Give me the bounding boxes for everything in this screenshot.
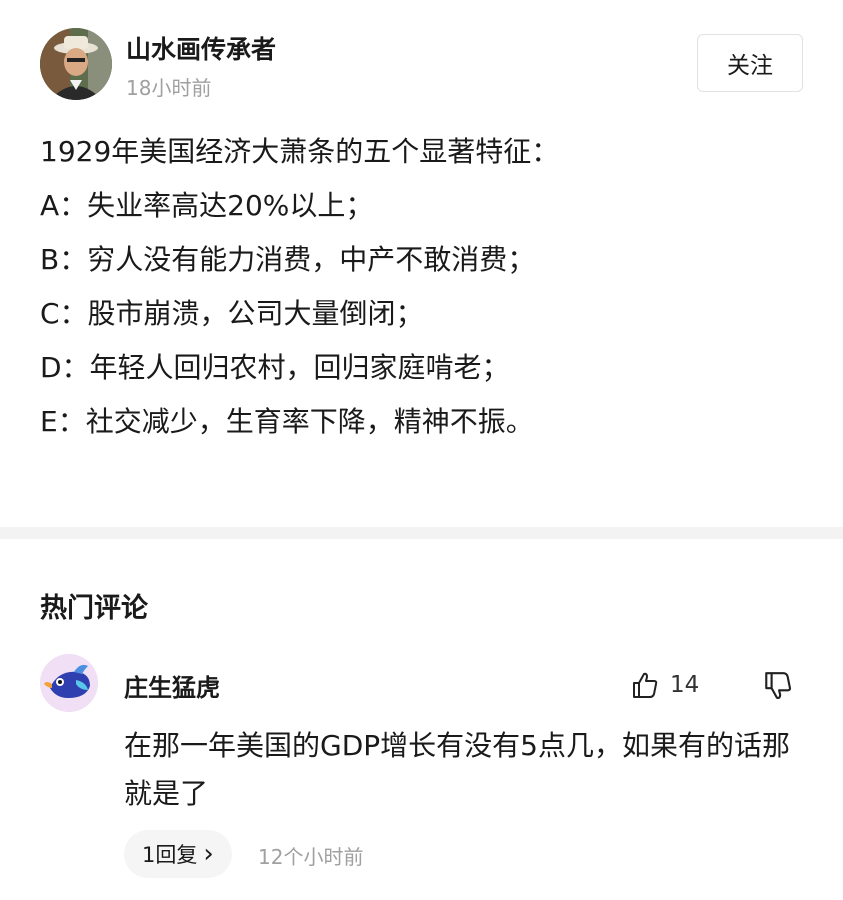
commenter-name[interactable]: 庄生猛虎 <box>124 668 220 703</box>
post-header: 山水画传承者 18小时前 关注 <box>40 24 803 104</box>
thumbs-down-icon <box>765 672 792 699</box>
post-body: 1929年美国经济大萧条的五个显著特征： A：失业率高达20%以上； B：穷人没… <box>40 125 820 449</box>
hot-comments-title: 热门评论 <box>40 593 148 624</box>
post-line: C：股市崩溃，公司大量倒闭； <box>40 297 424 330</box>
like-button[interactable]: 14 <box>630 668 699 702</box>
commenter-avatar[interactable] <box>40 654 98 712</box>
thumbs-up-icon <box>633 672 658 698</box>
reply-count-label: 1回复 <box>142 843 198 867</box>
post-line: D：年轻人回归农村，回归家庭啃老； <box>40 351 510 384</box>
post-line: A：失业率高达20%以上； <box>40 189 374 222</box>
dislike-button[interactable] <box>762 670 794 702</box>
follow-button[interactable]: 关注 <box>697 34 803 92</box>
comment-text: 在那一年美国的GDP增长有没有5点几，如果有的话那就是了 <box>124 729 790 810</box>
post-line: E：社交减少，生育率下降，精神不振。 <box>40 405 534 438</box>
like-count: 14 <box>670 672 700 698</box>
post-line: 1929年美国经济大萧条的五个显著特征： <box>40 135 560 168</box>
comment-item: 庄生猛虎 14 在那一年美国的GDP增长有没有5点几，如果有的话那就是了 1回复… <box>40 652 803 892</box>
post-time: 18小时前 <box>126 76 212 100</box>
reply-button[interactable]: 1回复 › <box>124 830 232 878</box>
author-name[interactable]: 山水画传承者 <box>126 30 276 66</box>
author-avatar[interactable] <box>40 28 112 100</box>
commenter-avatar-image <box>40 654 98 712</box>
comment-time: 12个小时前 <box>258 845 364 869</box>
section-divider <box>0 527 843 539</box>
chevron-right-icon: › <box>203 839 214 869</box>
author-avatar-image <box>40 28 112 100</box>
post-line: B：穷人没有能力消费，中产不敢消费； <box>40 243 536 276</box>
